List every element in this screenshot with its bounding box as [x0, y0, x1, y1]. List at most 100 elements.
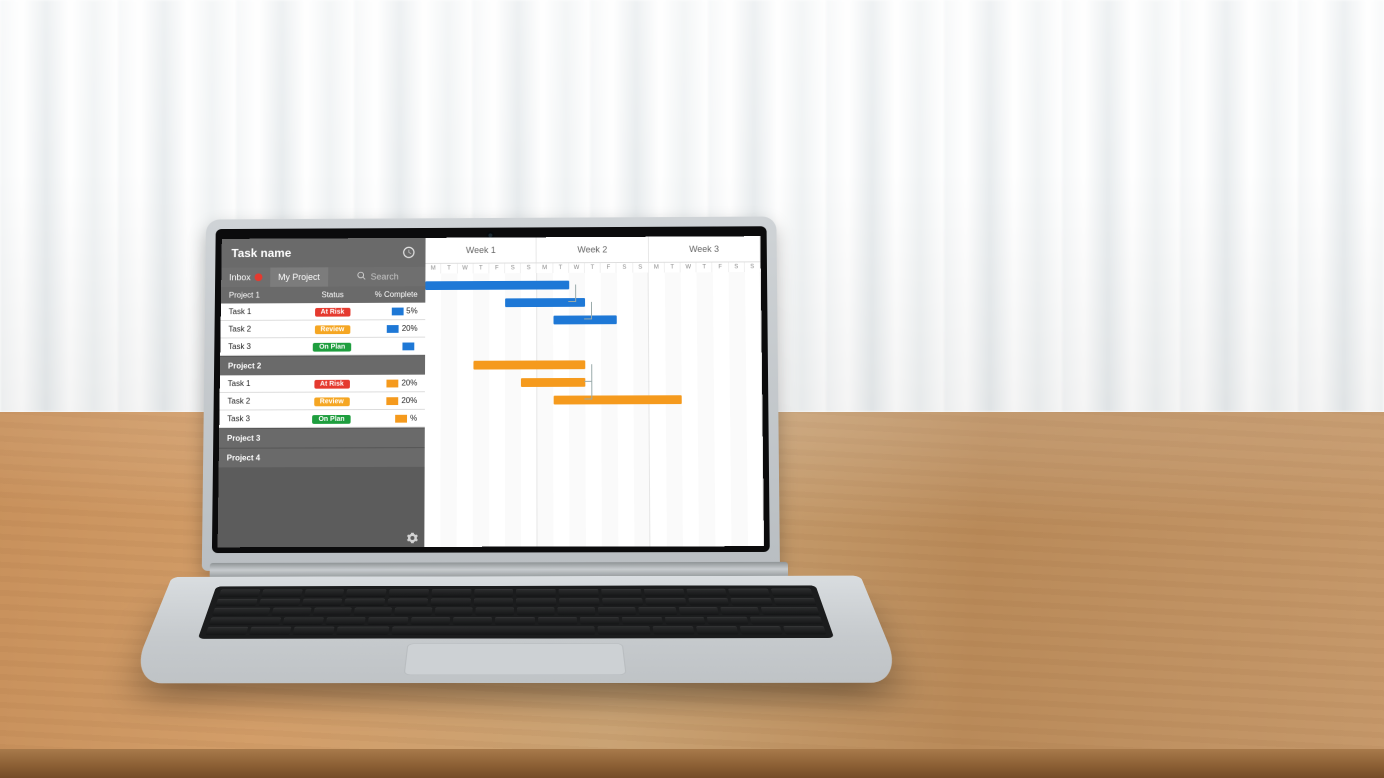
search-box[interactable]	[349, 267, 426, 287]
status-badge: At Risk	[314, 379, 350, 388]
laptop: Task name Inbox My Project	[170, 216, 863, 740]
day-label: M	[426, 264, 442, 274]
keyboard-key	[517, 598, 557, 606]
status-cell: Review	[303, 396, 360, 406]
screen-bezel: Task name Inbox My Project	[212, 226, 770, 553]
day-label: T	[585, 263, 601, 273]
keyboard-key	[495, 617, 534, 625]
day-label: S	[745, 262, 761, 272]
gantt-body[interactable]	[425, 272, 765, 547]
keyboard-key	[774, 598, 817, 606]
keyboard-key	[601, 589, 641, 597]
pct-value: 5%	[406, 307, 417, 316]
keyboard-key	[283, 617, 324, 625]
keyboard-key	[387, 598, 428, 606]
keyboard-key	[261, 589, 302, 596]
status-cell: On Plan	[304, 341, 361, 351]
project-header[interactable]: Project 3	[219, 427, 425, 447]
day-label: F	[489, 264, 505, 274]
tab-inbox[interactable]: Inbox	[221, 268, 270, 288]
gantt-bar[interactable]	[521, 378, 585, 387]
keyboard-key	[517, 589, 557, 597]
gantt-week-header: Week 1Week 2Week 3	[426, 236, 761, 264]
keyboard-key	[336, 627, 390, 635]
status-badge: On Plan	[313, 342, 351, 351]
keyboard-key	[312, 608, 351, 616]
keyboard-key	[453, 617, 493, 625]
day-label: T	[553, 263, 569, 273]
side-panel-footer	[218, 527, 425, 547]
search-input[interactable]	[371, 272, 418, 282]
day-label: T	[697, 263, 713, 273]
keyboard-key	[783, 626, 826, 634]
keyboard-key	[580, 617, 620, 625]
task-name: Task 2	[227, 397, 303, 406]
keyboard-key	[209, 617, 282, 625]
tab-my-project[interactable]: My Project	[270, 267, 328, 287]
pct-value: 20%	[402, 324, 418, 333]
keyboard	[198, 585, 834, 638]
day-label: S	[617, 263, 633, 273]
clock-icon[interactable]	[402, 246, 416, 260]
key-row	[219, 589, 814, 597]
keyboard-key	[301, 598, 342, 606]
status-cell: On Plan	[303, 413, 360, 423]
gantt-bar[interactable]	[426, 281, 569, 290]
task-row[interactable]: Task 2Review20%	[219, 392, 425, 410]
day-label: S	[521, 263, 537, 273]
project-header[interactable]: Project 4	[219, 447, 425, 467]
key-row	[212, 607, 820, 616]
keyboard-key	[538, 617, 578, 625]
gantt-bar[interactable]	[553, 395, 682, 404]
task-row[interactable]: Task 1At Risk5%	[221, 303, 426, 321]
swatch-icon	[387, 325, 399, 333]
keyboard-key	[292, 627, 334, 635]
column-headers: Project 1 Status % Complete	[221, 286, 426, 303]
keyboard-key	[707, 617, 748, 625]
keyboard-key	[353, 608, 392, 616]
keyboard-key	[679, 607, 718, 615]
keyboard-key	[435, 608, 473, 616]
dependency-line	[584, 364, 592, 382]
project-header[interactable]: Project 2	[220, 355, 425, 375]
status-badge: At Risk	[315, 307, 351, 316]
col-name: Project 1	[229, 291, 305, 300]
keyboard-key	[602, 598, 643, 606]
keyboard-key	[645, 598, 686, 606]
pct-value: %	[410, 414, 417, 423]
keyboard-key	[368, 617, 408, 625]
day-label: F	[713, 262, 729, 272]
swatch-icon	[395, 414, 407, 422]
keyboard-key	[219, 590, 261, 597]
week-label: Week 2	[537, 237, 649, 263]
status-cell: Review	[304, 324, 361, 334]
gear-icon[interactable]	[407, 531, 419, 543]
dependency-line	[584, 382, 592, 400]
pct-cell: 20%	[360, 379, 417, 388]
task-row[interactable]: Task 3On Plan	[220, 338, 425, 356]
day-label: S	[505, 263, 521, 273]
pct-cell: 20%	[361, 324, 418, 333]
gantt-panel: Week 1Week 2Week 3 MTWTFSSMTWTFSSMTWTFSS	[425, 236, 765, 547]
task-row[interactable]: Task 2Review20%	[220, 320, 425, 338]
keyboard-key	[430, 598, 470, 606]
keyboard-key	[325, 617, 366, 625]
col-status: Status	[304, 290, 361, 299]
day-label: W	[681, 263, 697, 273]
pct-cell: 20%	[360, 396, 417, 405]
keyboard-key	[249, 627, 291, 635]
pct-cell: %	[360, 414, 417, 423]
keyboard-key	[212, 608, 271, 616]
gantt-bar[interactable]	[473, 360, 585, 369]
status-badge: On Plan	[313, 414, 351, 423]
dependency-line	[584, 302, 592, 320]
status-cell: At Risk	[303, 378, 360, 388]
tab-my-project-label: My Project	[278, 272, 320, 282]
day-label: W	[457, 264, 473, 274]
day-label: T	[442, 264, 458, 274]
keyboard-key	[559, 598, 599, 606]
task-row[interactable]: Task 3On Plan%	[219, 410, 425, 428]
keyboard-key	[760, 607, 819, 615]
day-label: W	[569, 263, 585, 273]
task-row[interactable]: Task 1At Risk20%	[220, 375, 426, 393]
